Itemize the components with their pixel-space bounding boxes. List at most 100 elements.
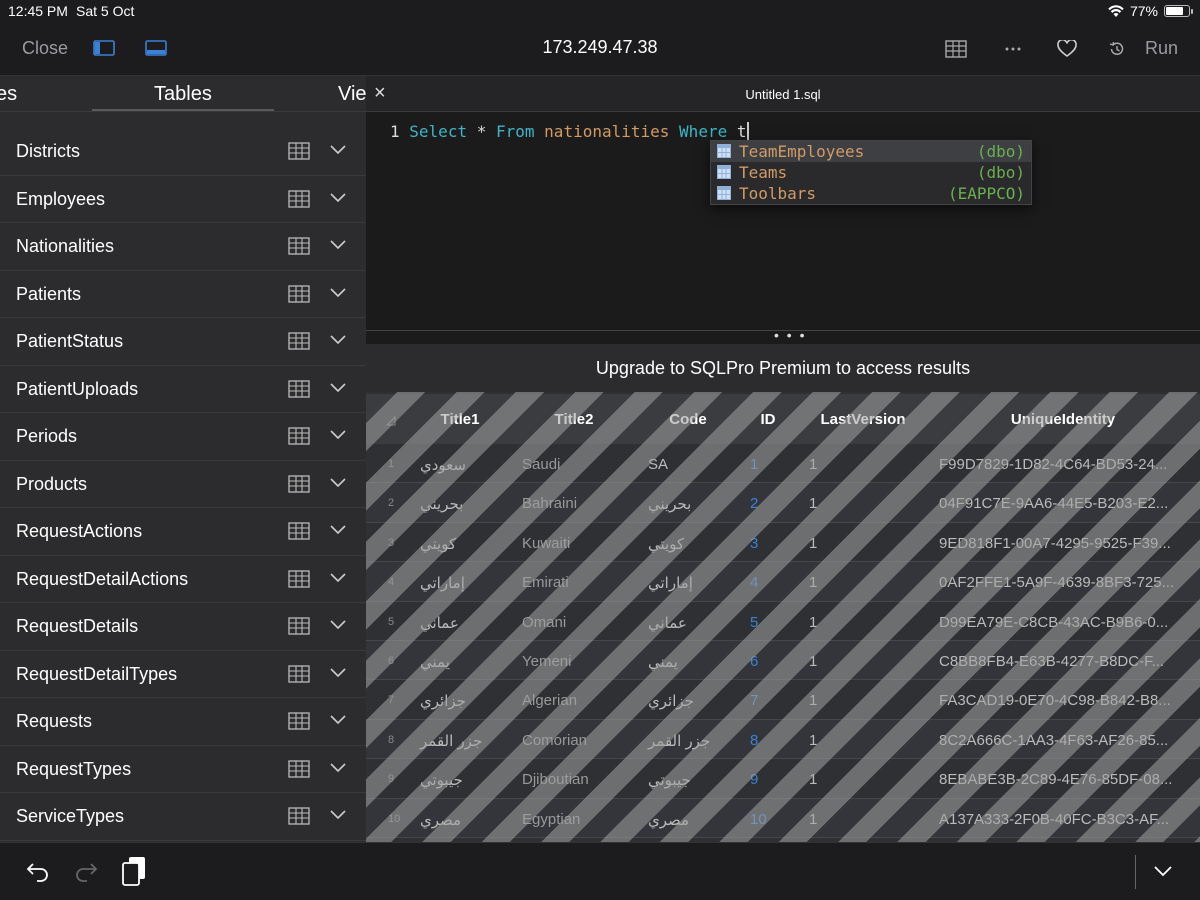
table-row[interactable]: 7 جزائري Algerian جزائري 7 1 FA3CAD19-0E70-4C9… <box>366 680 1200 720</box>
cell-uniqueidentity: D99EA79E-C8CB-43AC-B9B6-0... <box>939 613 1169 631</box>
chevron-down-icon[interactable] <box>329 239 347 250</box>
sort-corner-icon[interactable] <box>386 416 396 426</box>
sidebar-left-icon[interactable] <box>93 40 115 56</box>
table-grid-icon[interactable] <box>288 237 310 255</box>
autocomplete-item[interactable]: Teams (dbo) <box>711 162 1031 183</box>
undo-icon[interactable] <box>26 860 50 882</box>
cell-id: 7 <box>750 692 759 710</box>
chevron-down-icon[interactable] <box>329 667 347 678</box>
redo-icon[interactable] <box>74 860 98 882</box>
chevron-down-icon[interactable] <box>329 524 347 535</box>
chevron-down-icon[interactable] <box>329 572 347 583</box>
chevron-down-icon[interactable] <box>329 477 347 488</box>
table-item-products[interactable]: Products <box>0 461 366 508</box>
table-item-requests[interactable]: Requests <box>0 698 366 746</box>
more-dots-icon[interactable] <box>1004 46 1022 52</box>
table-row[interactable]: 4 إماراتي Emirati إماراتي 4 1 0AF2FFE1-5A9F-46… <box>366 562 1200 602</box>
table-row[interactable]: 1 سعودي Saudi SA 1 1 F99D7829-1D82-4C64-BD53-2… <box>366 444 1200 484</box>
table-icon <box>717 144 731 158</box>
chevron-down-icon[interactable] <box>329 382 347 393</box>
cell-uniqueidentity: 8EBABE3B-2C89-4E76-85DF-08... <box>939 771 1173 789</box>
table-grid-icon[interactable] <box>288 712 310 730</box>
chevron-down-icon[interactable] <box>329 287 347 298</box>
history-icon[interactable] <box>1108 40 1126 58</box>
table-item-nationalities[interactable]: Nationalities <box>0 223 366 271</box>
table-grid-icon[interactable] <box>288 427 310 445</box>
table-item-requestdetailtypes[interactable]: RequestDetailTypes <box>0 651 366 698</box>
column-header-title2[interactable]: Title2 <box>534 411 614 428</box>
table-grid-icon[interactable] <box>288 664 310 683</box>
table-row[interactable]: 3 كويتي Kuwaiti كويتي 3 1 9ED818F1-00A7-4295-9… <box>366 523 1200 563</box>
keyword-select: Select <box>409 122 468 141</box>
table-item-servicetypes[interactable]: ServiceTypes <box>0 793 366 841</box>
table-grid-icon[interactable] <box>288 759 310 778</box>
autocomplete-item[interactable]: TeamEmployees (dbo) <box>711 141 1031 162</box>
table-row[interactable]: 8 جزر القمر Comorian جزر القمر 8 1 8C2A666C-1A… <box>366 719 1200 760</box>
table-name: Nationalities <box>16 236 115 256</box>
table-grid-icon[interactable] <box>288 332 310 350</box>
table-name: RequestDetailActions <box>16 568 189 589</box>
table-row[interactable]: 5 عماني Omani عماني 5 1 D99EA79E-C8CB-43AC-B9B… <box>366 602 1200 641</box>
column-header-lastversion[interactable]: LastVersion <box>806 411 920 428</box>
table-item-requestactions[interactable]: RequestActions <box>0 508 366 556</box>
close-button[interactable]: Close <box>22 38 68 59</box>
table-item-patientstatus[interactable]: PatientStatus <box>0 318 366 366</box>
chevron-down-icon[interactable] <box>329 334 347 345</box>
table-item-districts[interactable]: Districts <box>0 128 366 176</box>
table-grid-icon[interactable] <box>288 569 310 588</box>
table-row[interactable]: 2 بحريني Bahraini بحريني 2 1 04F91C7E-9AA6-44E… <box>366 483 1200 523</box>
cell-lastversion: 1 <box>809 771 818 789</box>
chevron-down-icon[interactable] <box>329 809 347 820</box>
results-grid: Title1 Title2 Code ID LastVersion Unique… <box>366 392 1200 842</box>
tab-views[interactable]: Vie <box>338 83 366 106</box>
chevron-down-icon[interactable] <box>329 429 347 440</box>
table-item-requestdetailactions[interactable]: RequestDetailActions <box>0 556 366 603</box>
table-name: ServiceTypes <box>16 806 125 826</box>
cell-title2: Bahraini <box>522 495 578 513</box>
split-divider-handle[interactable]: • • • <box>366 327 1200 344</box>
tab-tables[interactable]: Tables <box>154 83 212 106</box>
table-row[interactable]: 9 جيبوتي Djiboutian جيبوتي 9 1 8EBABE3B-2C89-4… <box>366 759 1200 799</box>
heart-icon[interactable] <box>1057 40 1077 58</box>
column-header-title1[interactable]: Title1 <box>420 411 500 428</box>
chevron-down-icon[interactable] <box>1153 865 1173 877</box>
sidebar-tabs: es Tables Vie <box>0 76 366 112</box>
column-header-id[interactable]: ID <box>740 411 796 428</box>
table-grid-icon[interactable] <box>288 807 310 825</box>
column-header-code[interactable]: Code <box>648 411 728 428</box>
autocomplete-item[interactable]: Toolbars (EAPPCO) <box>711 183 1031 204</box>
table-item-patientuploads[interactable]: PatientUploads <box>0 366 366 413</box>
chevron-down-icon[interactable] <box>329 619 347 630</box>
table-grid-icon[interactable] <box>288 522 310 540</box>
chevron-down-icon[interactable] <box>329 144 347 155</box>
table-row[interactable]: 10 مصري Egyptian مصري 10 1 A137A333-2F0B-40FC-… <box>366 798 1200 838</box>
table-item-periods[interactable]: Periods <box>0 413 366 461</box>
table-item-requestdetails[interactable]: RequestDetails <box>0 603 366 651</box>
chevron-down-icon[interactable] <box>329 714 347 725</box>
row-number: 2 <box>388 497 395 510</box>
clipboard-icon[interactable] <box>121 856 147 886</box>
upgrade-banner[interactable]: Upgrade to SQLPro Premium to access resu… <box>366 344 1200 392</box>
sql-editor[interactable]: 1 Select * From nationalities Where t Te… <box>366 112 1200 330</box>
table-grid-icon[interactable] <box>945 40 967 58</box>
drag-dots-icon[interactable]: • • • <box>774 327 806 343</box>
bottom-panel-icon[interactable] <box>145 40 167 56</box>
table-grid-icon[interactable] <box>288 617 310 635</box>
table-item-patients[interactable]: Patients <box>0 271 366 318</box>
table-grid-icon[interactable] <box>288 379 310 398</box>
table-grid-icon[interactable] <box>288 189 310 208</box>
chevron-down-icon[interactable] <box>329 762 347 773</box>
battery-icon <box>1164 5 1193 17</box>
cell-id: 2 <box>750 495 759 513</box>
table-grid-icon[interactable] <box>288 284 310 303</box>
table-item-requesttypes[interactable]: RequestTypes <box>0 746 366 793</box>
table-grid-icon[interactable] <box>288 474 310 493</box>
column-header-uniqueidentity[interactable]: UniqueIdentity <box>946 411 1180 428</box>
table-item-employees[interactable]: Employees <box>0 176 366 223</box>
run-button[interactable]: Run <box>1145 38 1178 59</box>
tab-procedures[interactable]: es <box>0 83 17 106</box>
table-grid-icon[interactable] <box>288 142 310 160</box>
token-star: * <box>476 122 487 141</box>
table-row[interactable]: 6 يمني Yemeni يمني 6 1 C8BB8FB4-E63B-4277-B8DC… <box>366 641 1200 681</box>
chevron-down-icon[interactable] <box>329 192 347 203</box>
